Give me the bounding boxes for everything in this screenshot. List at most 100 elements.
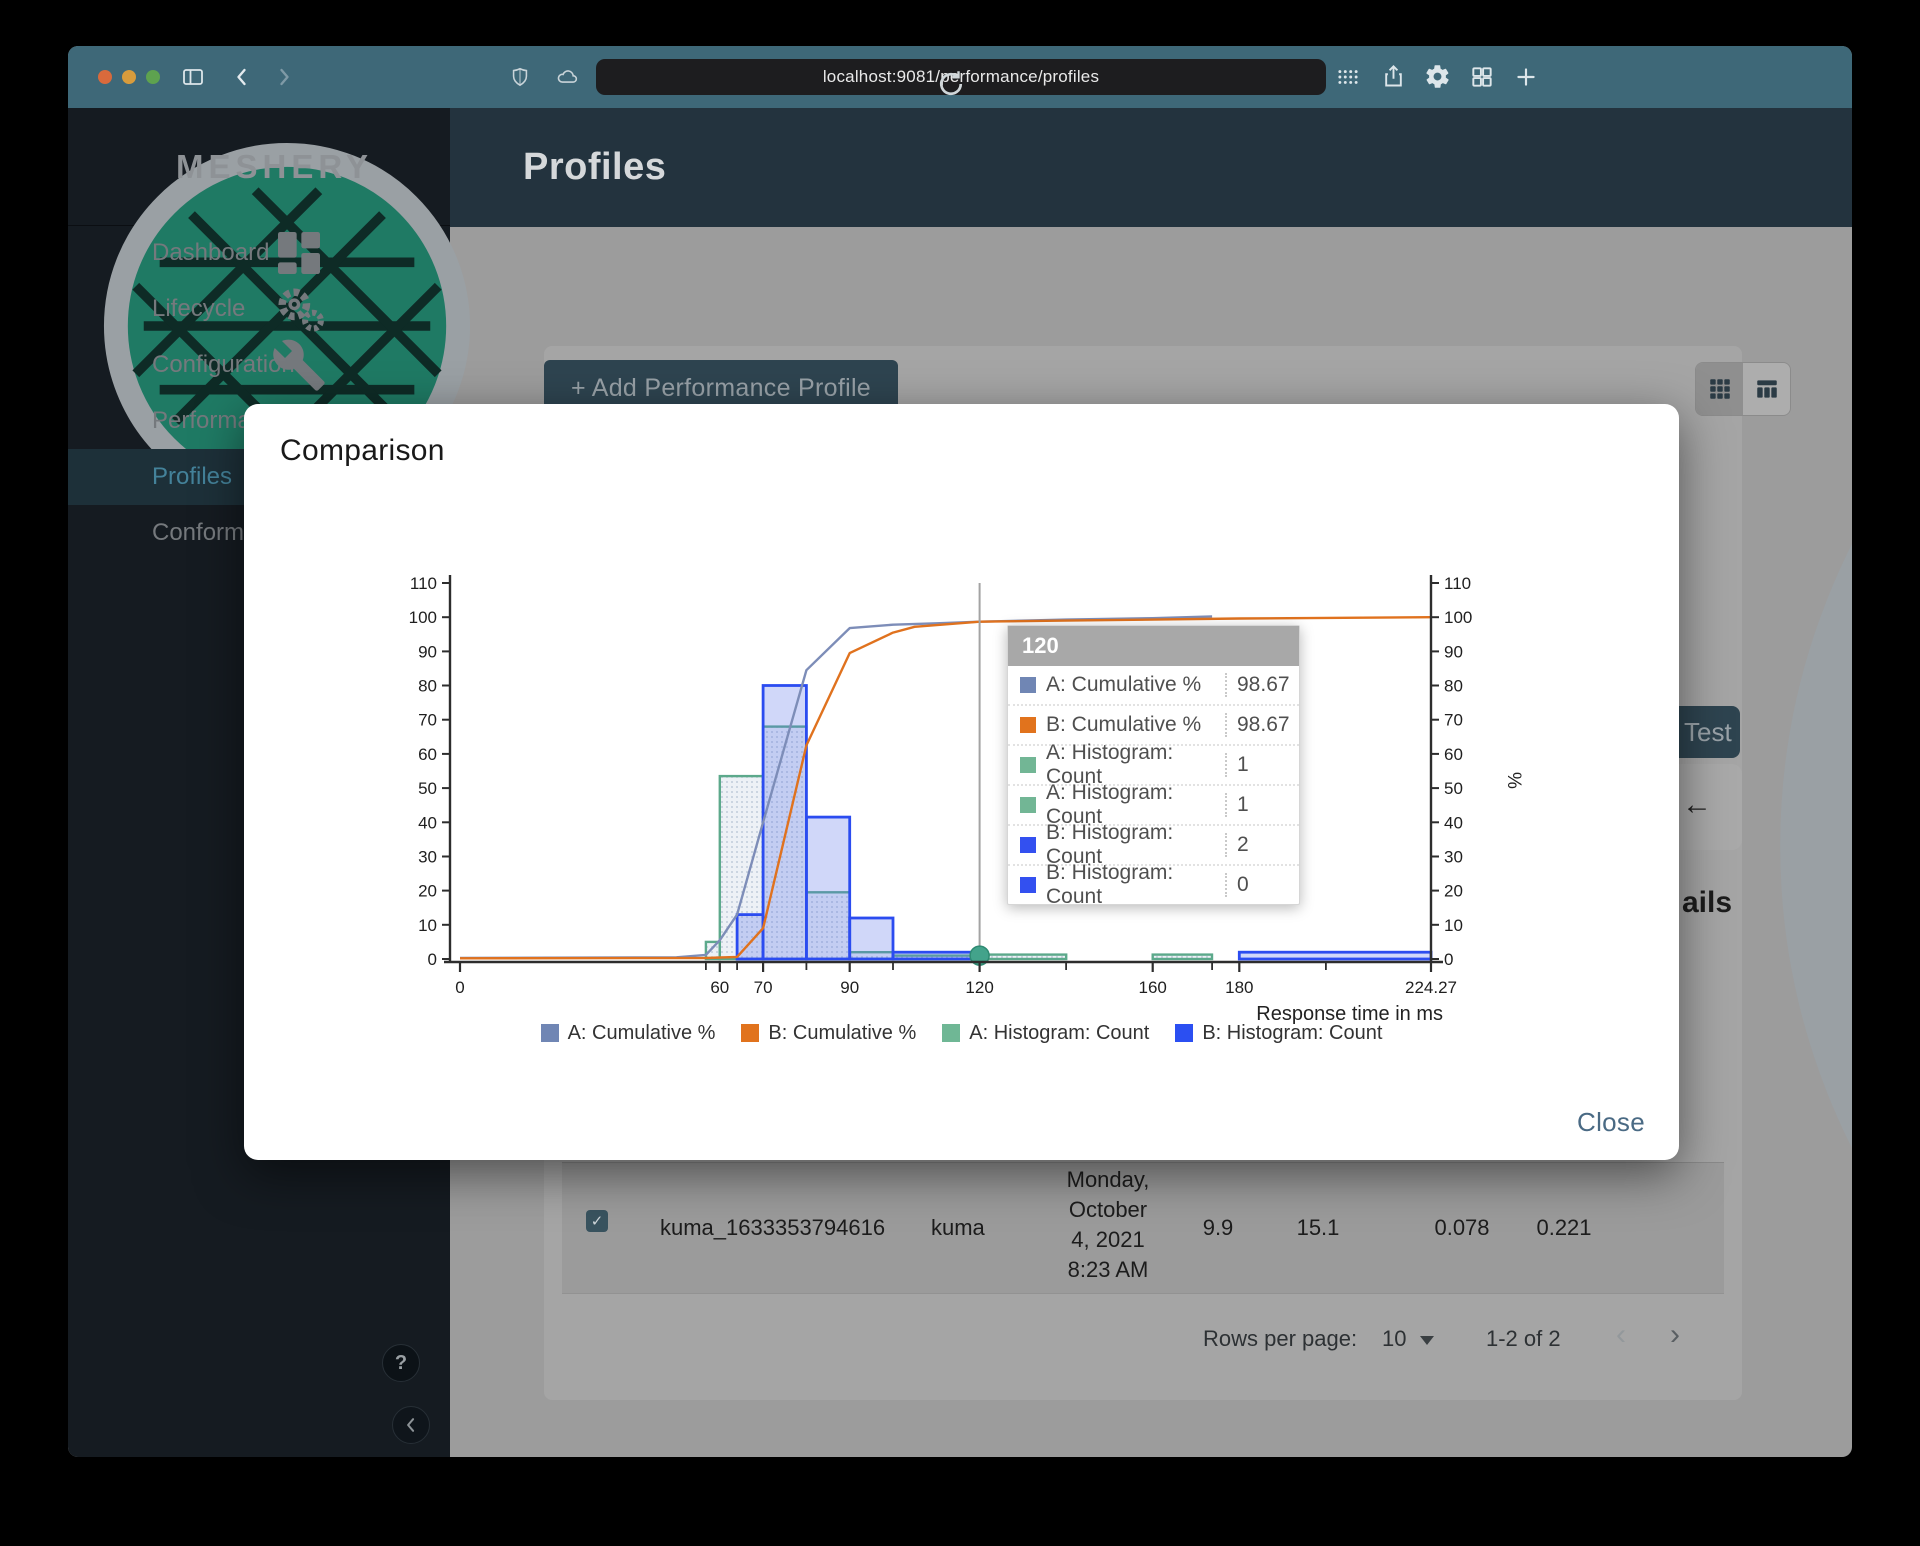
grid-view-icon [1707, 376, 1733, 402]
table-view-button[interactable] [1743, 363, 1790, 415]
sidebar-item-dashboard[interactable]: Dashboard [68, 225, 450, 281]
legend-label: B: Cumulative % [768, 1021, 917, 1044]
svg-text:90: 90 [1444, 642, 1463, 661]
help-button[interactable]: ? [382, 1344, 420, 1382]
screen: localhost:9081/performance/profiles Prof… [0, 0, 1920, 1546]
caret-down-icon[interactable] [1420, 1336, 1434, 1345]
series-swatch [1020, 677, 1036, 693]
table-row[interactable]: kuma_1633353794616 kuma Monday, October … [562, 1162, 1724, 1294]
rows-per-page-label: Rows per page: [1203, 1326, 1358, 1351]
extensions-grid-icon[interactable] [1335, 64, 1361, 90]
svg-text:80: 80 [1444, 677, 1463, 696]
legend-swatch [1175, 1024, 1194, 1042]
left-arrow-icon[interactable]: ← [1682, 788, 1712, 822]
details-heading-fragment: ails [1682, 886, 1733, 919]
legend-swatch [741, 1024, 760, 1042]
svg-text:70: 70 [418, 711, 437, 730]
next-page-button[interactable]: › [1670, 1318, 1680, 1352]
row-checkbox[interactable] [586, 1210, 608, 1232]
legend-label: B: Histogram: Count [1202, 1021, 1383, 1044]
legend-item[interactable]: A: Histogram: Count [942, 1022, 1149, 1045]
rows-per-page-select[interactable]: 10 [1382, 1326, 1406, 1352]
sidebar-toggle-icon[interactable] [181, 65, 205, 89]
page-title: Profiles [523, 146, 667, 188]
settings-gear-icon[interactable] [1424, 63, 1451, 90]
duration-value: 15.1 [1296, 1215, 1340, 1240]
qps-value: 9.9 [1202, 1215, 1234, 1240]
svg-text:120: 120 [965, 978, 993, 997]
date-line: 8:23 AM [1067, 1257, 1149, 1282]
tooltip-series-value: 98.67 [1225, 673, 1299, 697]
browser-chrome: localhost:9081/performance/profiles [68, 46, 1852, 108]
svg-text:10: 10 [418, 916, 437, 935]
view-toggle [1695, 362, 1791, 416]
browser-window: localhost:9081/performance/profiles Prof… [68, 46, 1852, 1457]
tooltip-series-value: 2 [1225, 833, 1299, 857]
brand-block: MESHERY [68, 108, 471, 510]
close-button[interactable]: Close [1577, 1107, 1645, 1138]
svg-text:0: 0 [455, 978, 464, 997]
mesh-name: kuma [931, 1215, 985, 1240]
sidebar-item-label: Profiles [152, 463, 233, 490]
tab-overview-icon[interactable] [1469, 64, 1495, 90]
tooltip-row: B: Histogram: Count 0 [1008, 861, 1299, 908]
svg-text:40: 40 [418, 813, 437, 832]
chart-legend: A: Cumulative % B: Cumulative % A: Histogr… [244, 1016, 1679, 1050]
svg-text:80: 80 [418, 677, 437, 696]
svg-text:30: 30 [1444, 848, 1463, 867]
tooltip-series-value: 1 [1225, 753, 1299, 777]
share-icon[interactable] [1380, 63, 1407, 90]
app-header: Profiles [450, 108, 1852, 1148]
p50-value: 0.078 [1434, 1215, 1490, 1240]
tooltip-body: A: Cumulative % 98.67 B: Cumulative % 98.67… [1008, 666, 1299, 908]
comparison-modal: Comparison 0 0 10 10 20 20 30 30 40 40 50 50 60 60 70 7… [244, 404, 1679, 1160]
svg-text:10: 10 [1444, 916, 1463, 935]
grid-view-button[interactable] [1696, 363, 1743, 415]
sidebar-item-label: Lifecycle [152, 295, 246, 322]
svg-text:160: 160 [1139, 978, 1167, 997]
zoom-window-button[interactable] [146, 70, 160, 84]
legend-label: A: Histogram: Count [969, 1021, 1150, 1044]
tooltip-row: A: Histogram: Count 1 [1008, 781, 1299, 828]
sidebar-item-lifecycle[interactable]: Lifecycle [68, 281, 450, 337]
sidebar-item-configuration[interactable]: Configuration [68, 337, 450, 393]
svg-text:180: 180 [1225, 978, 1253, 997]
svg-text:70: 70 [1444, 711, 1463, 730]
address-bar[interactable]: localhost:9081/performance/profiles [596, 59, 1326, 96]
series-swatch [1020, 877, 1036, 893]
svg-text:100: 100 [409, 608, 437, 627]
reload-icon[interactable] [586, 66, 1316, 102]
minimize-window-button[interactable] [122, 70, 136, 84]
chart-tooltip: 120 A: Cumulative % 98.67 B: Cumulative % 9… [1007, 625, 1300, 908]
comparison-chart[interactable]: 0 010 1020 2030 3040 4050 5060 6070 7080 8090 9010… [380, 560, 1560, 1040]
back-icon[interactable] [230, 65, 254, 89]
privacy-shield-icon[interactable] [509, 66, 531, 88]
close-window-button[interactable] [98, 70, 112, 84]
svg-text:40: 40 [1444, 813, 1463, 832]
pagination: Rows per page: 10 1-2 of 2 ‹ › [544, 1308, 1742, 1368]
avatar[interactable] [1751, 145, 1852, 1148]
profile-name: kuma_1633353794616 [660, 1215, 886, 1240]
legend-item[interactable]: A: Cumulative % [540, 1022, 715, 1045]
series-swatch [1020, 757, 1036, 773]
series-swatch [1020, 837, 1036, 853]
modal-title: Comparison [280, 434, 445, 467]
icloud-tab-icon[interactable] [556, 66, 578, 88]
date-line: 4, 2021 [1071, 1227, 1145, 1252]
svg-text:100: 100 [1444, 608, 1472, 627]
sidebar-item-label: Configuration [152, 351, 295, 378]
svg-text:20: 20 [1444, 882, 1463, 901]
collapse-sidebar-button[interactable] [392, 1406, 430, 1444]
previous-page-button[interactable]: ‹ [1616, 1318, 1626, 1352]
legend-item[interactable]: B: Cumulative % [741, 1022, 916, 1045]
svg-text:60: 60 [1444, 745, 1463, 764]
date-line: Monday, [1066, 1167, 1150, 1192]
tooltip-series-value: 1 [1225, 793, 1299, 817]
svg-text:20: 20 [418, 882, 437, 901]
date-line: October [1068, 1197, 1148, 1222]
legend-item[interactable]: B: Histogram: Count [1175, 1022, 1382, 1045]
forward-icon[interactable] [272, 65, 296, 89]
tooltip-row: A: Histogram: Count 1 [1008, 741, 1299, 788]
new-tab-icon[interactable] [1513, 64, 1539, 90]
svg-text:0: 0 [1444, 950, 1453, 969]
